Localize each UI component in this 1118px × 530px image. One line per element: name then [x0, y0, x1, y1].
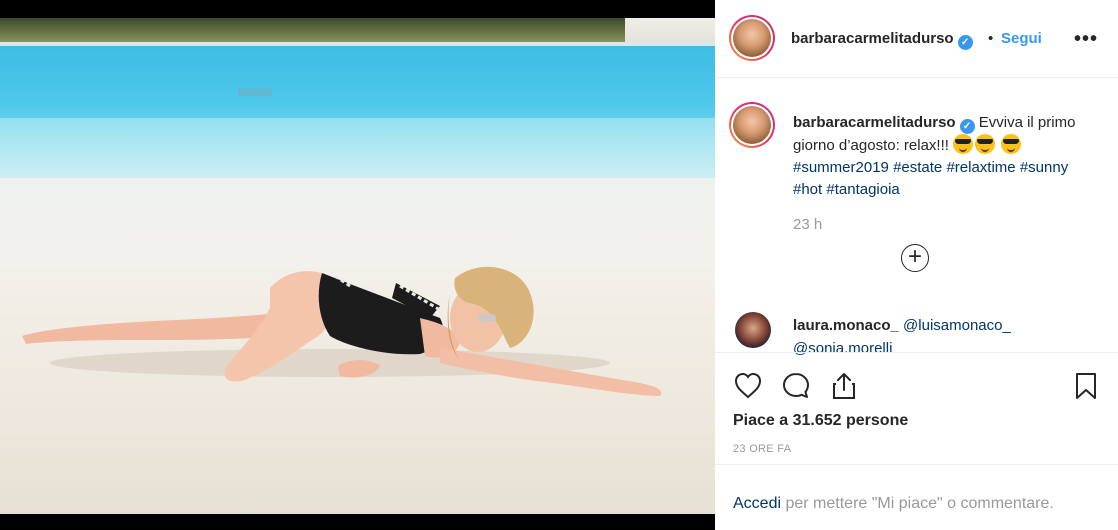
- login-prompt-text: Accedi per mettere "Mi piace" o commenta…: [733, 495, 1054, 513]
- share-icon[interactable]: [829, 371, 859, 401]
- comment-icon[interactable]: [781, 371, 811, 401]
- hashtag-link[interactable]: #estate: [893, 159, 942, 176]
- login-prompt-rest: per mettere "Mi piace" o commentare.: [781, 495, 1054, 512]
- comment-mention[interactable]: @luisamonaco_: [903, 317, 1011, 334]
- follow-button[interactable]: Segui: [1001, 30, 1042, 47]
- likes-number: 31.652: [792, 412, 842, 429]
- commenter-avatar[interactable]: [735, 312, 771, 348]
- caption-username[interactable]: barbaracarmelitadurso: [793, 114, 956, 131]
- post-actions: Piace a 31.652 persone 23 ORE FA: [715, 352, 1118, 462]
- likes-count[interactable]: Piace a 31.652 persone: [733, 412, 908, 430]
- bookmark-icon[interactable]: [1071, 371, 1101, 401]
- post-header: barbaracarmelitadurso ✓ • Segui •••: [715, 0, 1118, 78]
- hashtag-link[interactable]: #tantagioia: [826, 181, 899, 198]
- separator-dot: •: [988, 30, 994, 47]
- hashtag-link[interactable]: #relaxtime: [946, 159, 1015, 176]
- hashtag-link[interactable]: #summer2019: [793, 159, 889, 176]
- hashtag-link[interactable]: #sunny: [1020, 159, 1068, 176]
- likes-suffix: persone: [841, 412, 909, 429]
- post-time-ago[interactable]: 23 ORE FA: [733, 443, 791, 455]
- commenter-username[interactable]: laura.monaco_: [793, 317, 899, 334]
- author-username-text[interactable]: barbaracarmelitadurso: [791, 30, 954, 47]
- likes-prefix: Piace a: [733, 412, 793, 429]
- sunglasses-emoji-icon: [953, 134, 974, 154]
- sunglasses-emoji-icon: [975, 134, 996, 154]
- sunglasses-emoji-icon: [1001, 134, 1022, 154]
- login-link[interactable]: Accedi: [733, 495, 781, 512]
- hashtag-link[interactable]: #hot: [793, 181, 822, 198]
- caption-time[interactable]: 23 h: [793, 216, 822, 233]
- login-prompt: Accedi per mettere "Mi piace" o commenta…: [715, 464, 1118, 530]
- post-side-panel: barbaracarmelitadurso ✓ • Segui ••• barba…: [715, 0, 1118, 530]
- load-more-comments-icon[interactable]: +: [901, 244, 929, 272]
- verified-badge-icon: ✓: [957, 35, 973, 50]
- caption-text: barbaracarmelitadurso ✓ Evviva il primo g…: [793, 112, 1093, 201]
- more-options-icon[interactable]: •••: [1074, 28, 1098, 51]
- author-avatar[interactable]: [729, 15, 775, 61]
- photo-woman-figure: [22, 266, 662, 396]
- caption-avatar[interactable]: [729, 102, 775, 148]
- author-username[interactable]: barbaracarmelitadurso ✓: [791, 30, 973, 50]
- verified-badge-icon: ✓: [959, 119, 975, 134]
- post-photo[interactable]: [0, 18, 715, 514]
- heart-icon[interactable]: [733, 371, 763, 401]
